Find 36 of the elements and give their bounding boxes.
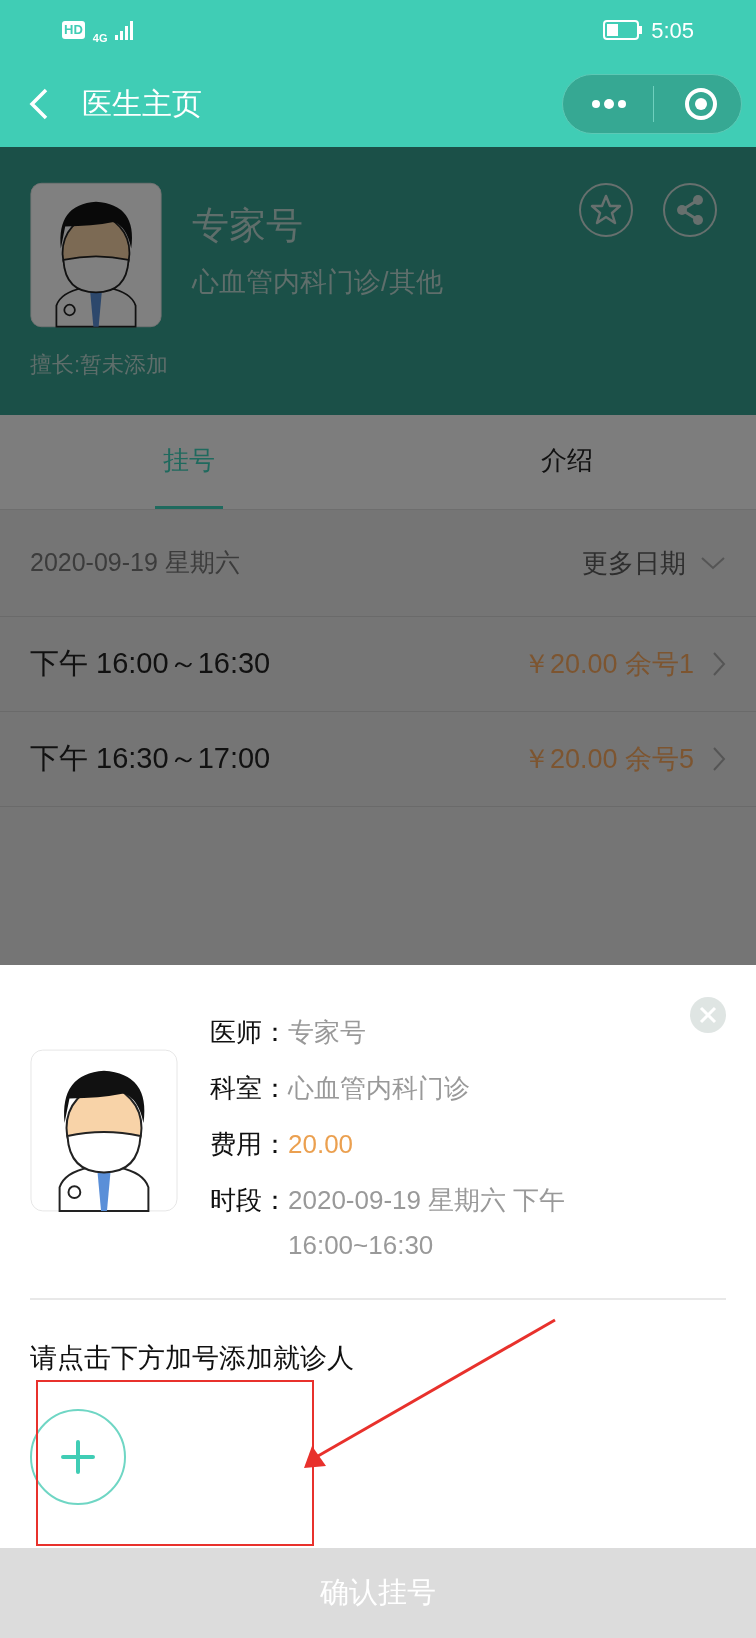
doctor-name: 专家号 <box>192 204 304 248</box>
slot-time: 下午 16:00～16:30 <box>30 646 271 682</box>
field-label: 时段： <box>210 1184 288 1217</box>
close-mini-program-icon[interactable] <box>684 86 718 121</box>
signal-icon <box>115 20 136 40</box>
specialty-text: 擅长:暂未添加 <box>30 351 170 379</box>
field-value: 专家号 <box>288 1016 367 1049</box>
field-value: 20.00 <box>288 1128 355 1161</box>
page-title: 医生主页 <box>82 86 202 122</box>
field-label: 费用： <box>210 1128 288 1161</box>
chevron-right-icon <box>712 651 726 677</box>
tab[interactable]: 介绍 <box>533 415 601 509</box>
clock-time: 5:05 <box>651 16 694 45</box>
plus-icon <box>61 1439 95 1474</box>
hd-badge: HD <box>62 21 85 39</box>
chevron-right-icon <box>712 746 726 772</box>
field-label: 科室： <box>210 1072 288 1105</box>
field-value: 2020-09-19 星期六 下午 16:00~16:30 <box>288 1184 567 1262</box>
slot-time: 下午 16:30～17:00 <box>30 741 271 777</box>
battery-icon <box>603 20 644 40</box>
slot-price: ￥20.00 余号5 <box>522 742 694 776</box>
time-slot-row[interactable]: 下午 16:00～16:30 ￥20.00 余号1 <box>0 617 756 712</box>
department-text: 心血管内科门诊/其他 <box>192 265 444 299</box>
network-label: 4G <box>92 32 108 44</box>
chevron-down-icon <box>700 555 726 571</box>
back-icon[interactable] <box>28 86 50 121</box>
share-icon[interactable] <box>662 182 718 238</box>
add-patient-prompt: 请点击下方加号添加就诊人 <box>30 1342 355 1375</box>
date-text: 2020-09-19 星期六 <box>30 547 240 579</box>
time-slot-row[interactable]: 下午 16:30～17:00 ￥20.00 余号5 <box>0 712 756 807</box>
slot-price: ￥20.00 余号1 <box>522 647 694 681</box>
add-patient-button[interactable] <box>30 1408 126 1505</box>
more-dates-button[interactable]: 更多日期 <box>582 543 726 583</box>
field-label: 医师： <box>210 1016 288 1049</box>
more-icon[interactable] <box>591 97 627 110</box>
field-value: 心血管内科门诊 <box>288 1072 471 1105</box>
